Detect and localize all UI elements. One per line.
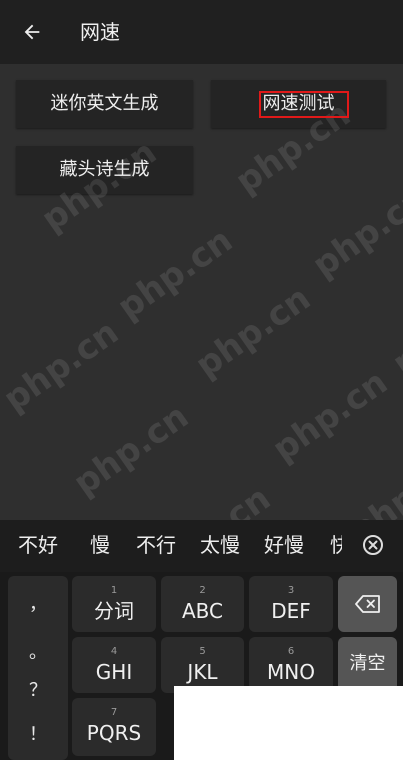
key-2-abc[interactable]: 2 ABC [161, 576, 244, 632]
arrow-left-icon [24, 24, 40, 40]
backspace-icon [354, 595, 380, 613]
app-screen: 网速 迷你英文生成 网速测试 藏头诗生成 php.cn php.cn php.c… [0, 0, 403, 760]
tool-card-label: 迷你英文生成 [50, 93, 159, 114]
key-number: 5 [199, 646, 206, 657]
key-label: PQRS [86, 721, 142, 745]
punctuation-key[interactable]: ， [8, 594, 68, 616]
tool-card-speed-test[interactable]: 网速测试 [211, 80, 386, 128]
key-label: DEF [271, 599, 311, 623]
key-number: 3 [287, 585, 295, 596]
tool-card-mini-english[interactable]: 迷你英文生成 [16, 80, 193, 128]
close-candidates-button[interactable] [362, 534, 384, 556]
key-7-pqrs[interactable]: 7 PQRS [72, 698, 156, 756]
candidate-word[interactable]: 太慢 [200, 533, 240, 557]
key-3-def[interactable]: 3 DEF [249, 576, 333, 632]
punctuation-key[interactable]: 。 [8, 642, 68, 664]
occluded-region [174, 686, 403, 760]
close-circle-icon [363, 535, 383, 555]
clear-key-label: 清空 [349, 653, 386, 674]
candidate-word[interactable]: 不行 [136, 533, 176, 557]
tool-card-label: 网速测试 [262, 93, 335, 114]
key-number: 1 [110, 585, 118, 596]
punctuation-key[interactable]: ！ [8, 724, 68, 746]
app-bar: 网速 [0, 0, 403, 64]
tool-card-acrostic-poem[interactable]: 藏头诗生成 [16, 146, 193, 194]
key-number: 4 [110, 646, 118, 657]
key-label: GHI [95, 660, 133, 684]
page-title: 网速 [80, 20, 120, 44]
key-label: JKL [187, 660, 218, 684]
key-1-segment[interactable]: 1 分词 [72, 576, 156, 632]
key-label: 分词 [94, 599, 134, 623]
key-5-jkl[interactable]: 5 JKL [161, 637, 244, 693]
clear-key[interactable]: 清空 [338, 637, 397, 693]
tool-list: 迷你英文生成 网速测试 藏头诗生成 [0, 64, 403, 520]
key-label: MNO [267, 660, 315, 684]
key-number: 6 [287, 646, 295, 657]
candidate-word[interactable]: 快 [330, 533, 342, 557]
back-button[interactable] [12, 12, 52, 52]
candidate-word[interactable]: 慢 [90, 533, 110, 557]
key-number: 7 [110, 707, 118, 718]
candidate-bar: 不好 慢 不行 太慢 好慢 快 [0, 520, 403, 572]
key-4-ghi[interactable]: 4 GHI [72, 637, 156, 693]
candidate-word[interactable]: 好慢 [264, 533, 304, 557]
key-6-mno[interactable]: 6 MNO [249, 637, 333, 693]
tool-card-label: 藏头诗生成 [59, 159, 150, 180]
key-label: ABC [181, 599, 223, 623]
punctuation-key[interactable]: ？ [8, 680, 68, 702]
delete-key[interactable] [338, 576, 397, 632]
punctuation-column: ， 。 ？ ！ [8, 576, 68, 760]
key-number: 2 [199, 585, 206, 596]
candidate-word[interactable]: 不好 [18, 533, 58, 557]
